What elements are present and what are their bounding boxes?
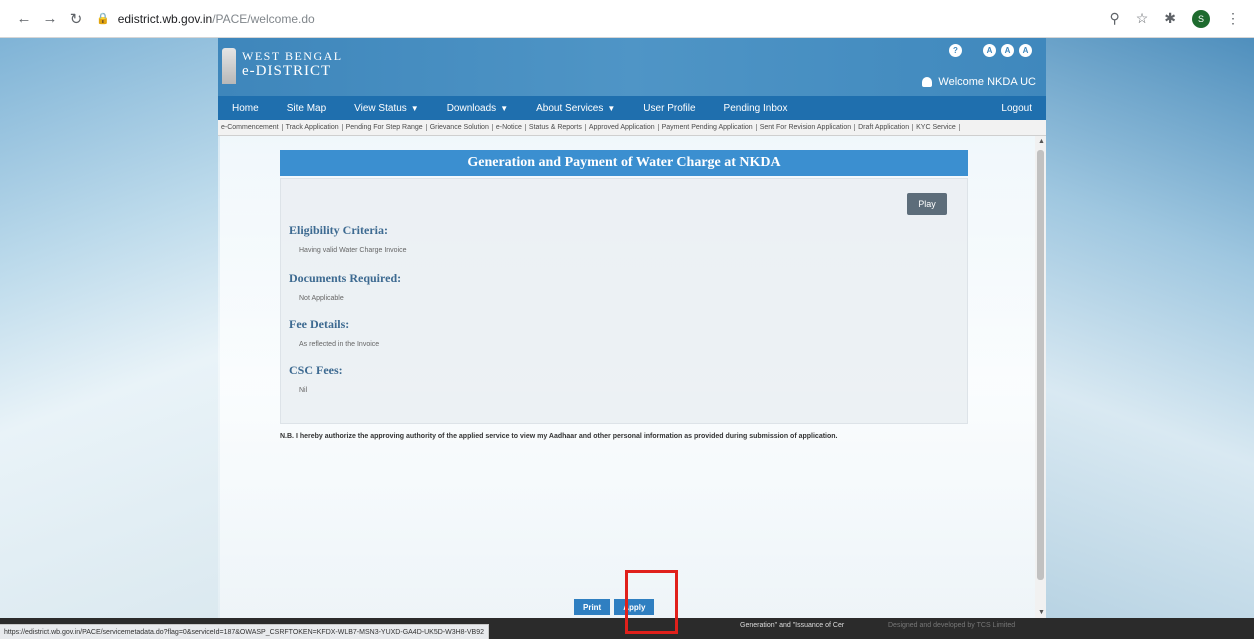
- font-reset-icon[interactable]: A: [1001, 44, 1014, 57]
- section-value: As reflected in the Invoice: [299, 341, 380, 348]
- zoom-icon[interactable]: ⚲: [1109, 10, 1119, 27]
- section-value: Nil: [299, 387, 308, 394]
- menu-kebab-icon[interactable]: ⋮: [1226, 10, 1240, 27]
- subnav-item[interactable]: KYC Service: [913, 124, 960, 131]
- brand-line1: WEST BENGAL: [242, 49, 343, 63]
- footer-credit: Designed and developed by TCS Limited: [888, 622, 1016, 629]
- url-path: /PACE/welcome.do: [212, 11, 315, 26]
- back-icon[interactable]: ←: [14, 9, 34, 29]
- font-decrease-icon[interactable]: A: [983, 44, 996, 57]
- scroll-up-icon[interactable]: ▲: [1038, 138, 1045, 145]
- site-brand[interactable]: WEST BENGAL e-DISTRICT: [242, 49, 343, 79]
- play-button[interactable]: Play: [907, 193, 947, 215]
- background-sky-left: [0, 38, 220, 618]
- chevron-down-icon: ▼: [410, 103, 419, 113]
- lock-icon: 🔒: [96, 13, 110, 25]
- background-sky-right: [1044, 38, 1254, 618]
- sub-nav: e-Commencement Track Application Pending…: [218, 120, 1046, 136]
- reload-icon[interactable]: ↻: [66, 9, 86, 29]
- service-title: Generation and Payment of Water Charge a…: [280, 150, 968, 176]
- subnav-item[interactable]: e-Commencement: [218, 124, 283, 131]
- address-bar[interactable]: 🔒 edistrict.wb.gov.in /PACE/welcome.do: [96, 5, 1109, 33]
- documents-section: Documents Required: Not Applicable: [289, 271, 401, 302]
- forward-icon[interactable]: →: [40, 9, 60, 29]
- eligibility-section: Eligibility Criteria: Having valid Water…: [289, 223, 407, 254]
- profile-avatar[interactable]: S: [1192, 9, 1210, 28]
- subnav-item[interactable]: Track Application: [283, 124, 343, 131]
- nav-downloads[interactable]: Downloads ▼: [433, 103, 522, 114]
- site-header: WEST BENGAL e-DISTRICT ? A A A Welcome N…: [218, 38, 1046, 96]
- fee-section: Fee Details: As reflected in the Invoice: [289, 317, 379, 348]
- chevron-down-icon: ▼: [607, 103, 616, 113]
- main-nav: Home Site Map View Status ▼ Downloads ▼ Ab…: [218, 96, 1046, 120]
- section-heading: Eligibility Criteria:: [289, 223, 388, 237]
- bookmark-star-icon[interactable]: ☆: [1136, 10, 1149, 27]
- nav-user-profile[interactable]: User Profile: [629, 103, 709, 114]
- nav-home[interactable]: Home: [218, 103, 273, 114]
- csc-fees-section: CSC Fees: Nil: [289, 363, 343, 394]
- section-value: Having valid Water Charge Invoice: [299, 247, 407, 254]
- subnav-item[interactable]: Payment Pending Application: [659, 124, 757, 131]
- service-details: Play Eligibility Criteria: Having valid …: [280, 178, 968, 424]
- subnav-item[interactable]: Status & Reports: [526, 124, 586, 131]
- subnav-item[interactable]: Sent For Revision Application: [757, 124, 856, 131]
- print-button[interactable]: Print: [574, 599, 611, 615]
- section-heading: Fee Details:: [289, 317, 350, 331]
- user-icon: [922, 77, 933, 87]
- font-increase-icon[interactable]: A: [1019, 44, 1032, 57]
- brand-line2: e-DISTRICT: [242, 63, 332, 79]
- section-heading: Documents Required:: [289, 271, 402, 285]
- aadhaar-consent-note: N.B. I hereby authorize the approving au…: [280, 433, 838, 440]
- logout-link[interactable]: Logout: [987, 103, 1046, 114]
- subnav-item[interactable]: Grievance Solution: [427, 124, 493, 131]
- service-content: Generation and Payment of Water Charge a…: [218, 136, 1046, 618]
- nav-site-map[interactable]: Site Map: [273, 103, 340, 114]
- link-status-url: https://edistrict.wb.gov.in/PACE/service…: [0, 624, 489, 639]
- welcome-user: Welcome NKDA UC: [922, 76, 1036, 88]
- url-domain: edistrict.wb.gov.in: [117, 11, 213, 26]
- browser-toolbar: ← → ↻ 🔒 edistrict.wb.gov.in /PACE/welcom…: [0, 0, 1254, 38]
- subnav-item[interactable]: Approved Application: [586, 124, 659, 131]
- nav-pending-inbox[interactable]: Pending Inbox: [710, 103, 802, 114]
- content-scrollbar[interactable]: ▲ ▼: [1035, 136, 1046, 618]
- chevron-down-icon: ▼: [500, 103, 509, 113]
- help-icon[interactable]: ?: [949, 44, 962, 57]
- footer-text: Generation" and "Issuance of Cer: [740, 622, 845, 629]
- welcome-text: Welcome NKDA UC: [938, 76, 1036, 88]
- subnav-item[interactable]: Pending For Step Range: [343, 124, 427, 131]
- scroll-down-icon[interactable]: ▼: [1038, 609, 1045, 616]
- section-value: Not Applicable: [299, 295, 344, 302]
- nav-about-services[interactable]: About Services ▼: [522, 103, 629, 114]
- state-emblem-icon: [222, 48, 236, 84]
- page-viewport: WEST BENGAL e-DISTRICT ? A A A Welcome N…: [0, 38, 1254, 618]
- extensions-icon[interactable]: ✱: [1164, 10, 1176, 27]
- nav-view-status[interactable]: View Status ▼: [340, 103, 433, 114]
- section-heading: CSC Fees:: [289, 363, 343, 377]
- scrollbar-thumb[interactable]: [1037, 150, 1044, 580]
- subnav-item[interactable]: Draft Application: [855, 124, 914, 131]
- subnav-item[interactable]: e-Notice: [493, 124, 526, 131]
- apply-button[interactable]: Apply: [614, 599, 655, 615]
